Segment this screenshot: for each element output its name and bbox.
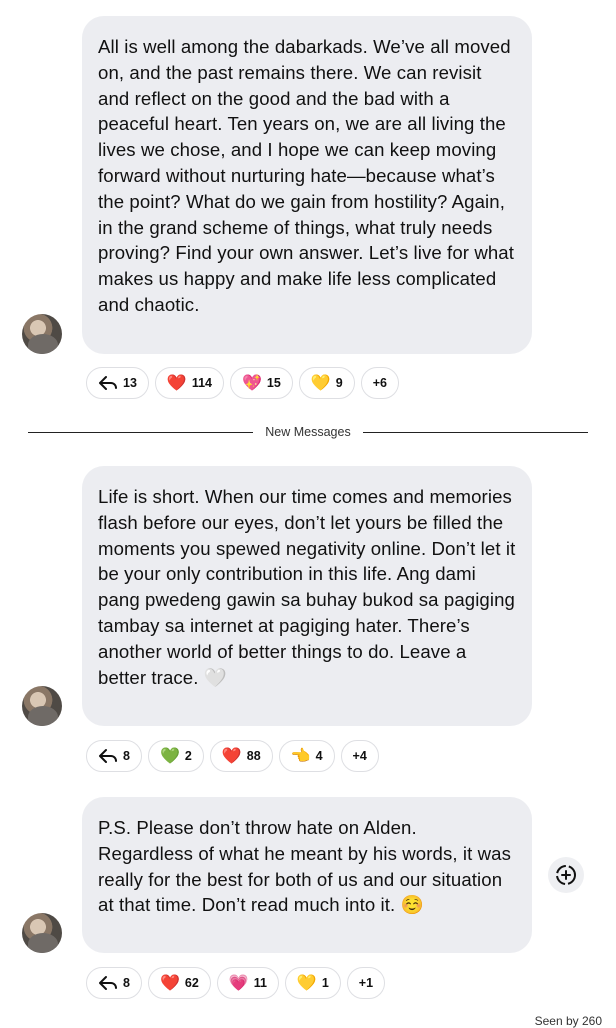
sparkling-heart-icon: 💖 [242,373,262,392]
message-bubble[interactable]: All is well among the dabarkads. We’ve a… [82,16,532,354]
replies-button[interactable]: 8 [86,967,142,999]
reaction-pill[interactable]: 💛 1 [284,967,341,999]
new-messages-divider: New Messages [28,422,588,442]
pink-heart-icon: 💗 [228,973,249,992]
red-heart-icon: ❤️ [159,973,180,992]
more-reactions-button[interactable]: +4 [340,740,379,772]
message-bubble[interactable]: P.S. Please don’t throw hate on Alden. R… [82,797,532,953]
pointing-hand-icon: 👈 [290,746,311,765]
message-text: P.S. Please don’t throw hate on Alden. R… [98,817,512,916]
sender-avatar[interactable] [22,314,62,354]
replies-count: 8 [123,976,130,990]
reaction-count: 2 [184,749,192,763]
red-heart-icon: ❤️ [221,746,242,765]
more-reactions-button[interactable]: +6 [360,367,399,399]
more-reactions-button[interactable]: +1 [346,967,386,999]
reaction-count: 1 [321,976,329,990]
yellow-heart-icon: 💛 [310,373,331,392]
seen-by-status[interactable]: Seen by 260 [535,1014,602,1028]
message-text: All is well among the dabarkads. We’ve a… [98,36,514,315]
reaction-bar: 8 💚 2 ❤️ 88 👈 4 +4 [86,740,379,772]
reaction-pill[interactable]: 💖 15 [230,367,293,399]
reaction-bar: 8 ❤️ 62 💗 11 💛 1 +1 [86,967,386,999]
more-reactions-count: +6 [372,376,387,390]
replies-button[interactable]: 8 [86,740,142,772]
more-reactions-count: +1 [358,976,374,990]
reaction-pill[interactable]: ❤️ 114 [154,367,224,399]
add-reaction-icon [556,865,576,885]
sender-avatar[interactable] [22,686,62,726]
reaction-count: 62 [184,976,199,990]
reaction-pill[interactable]: 💛 9 [298,367,355,399]
add-reaction-button[interactable] [548,857,584,893]
reaction-pill[interactable]: ❤️ 88 [209,740,273,772]
reaction-pill[interactable]: 👈 4 [278,740,335,772]
reaction-count: 15 [266,376,281,390]
reaction-pill[interactable]: 💚 2 [147,740,204,772]
reply-arrow-icon [99,749,117,763]
reaction-pill[interactable]: ❤️ 62 [147,967,211,999]
message-bubble[interactable]: Life is short. When our time comes and m… [82,466,532,726]
reaction-count: 88 [246,749,261,763]
reaction-count: 9 [335,376,343,390]
reaction-count: 11 [253,976,267,990]
reaction-pill[interactable]: 💗 11 [216,967,279,999]
replies-count: 13 [123,376,137,390]
red-heart-icon: ❤️ [166,373,187,392]
reaction-count: 114 [191,376,212,390]
reply-arrow-icon [99,376,117,390]
more-reactions-count: +4 [352,749,367,763]
replies-count: 8 [123,749,130,763]
replies-button[interactable]: 13 [86,367,149,399]
message-text: Life is short. When our time comes and m… [98,486,516,688]
divider-label: New Messages [253,425,363,439]
yellow-heart-icon: 💛 [296,973,317,992]
reaction-bar: 13 ❤️ 114 💖 15 💛 9 +6 [86,367,399,399]
reaction-count: 4 [315,749,323,763]
green-heart-icon: 💚 [159,746,180,765]
reply-arrow-icon [99,976,117,990]
sender-avatar[interactable] [22,913,62,953]
